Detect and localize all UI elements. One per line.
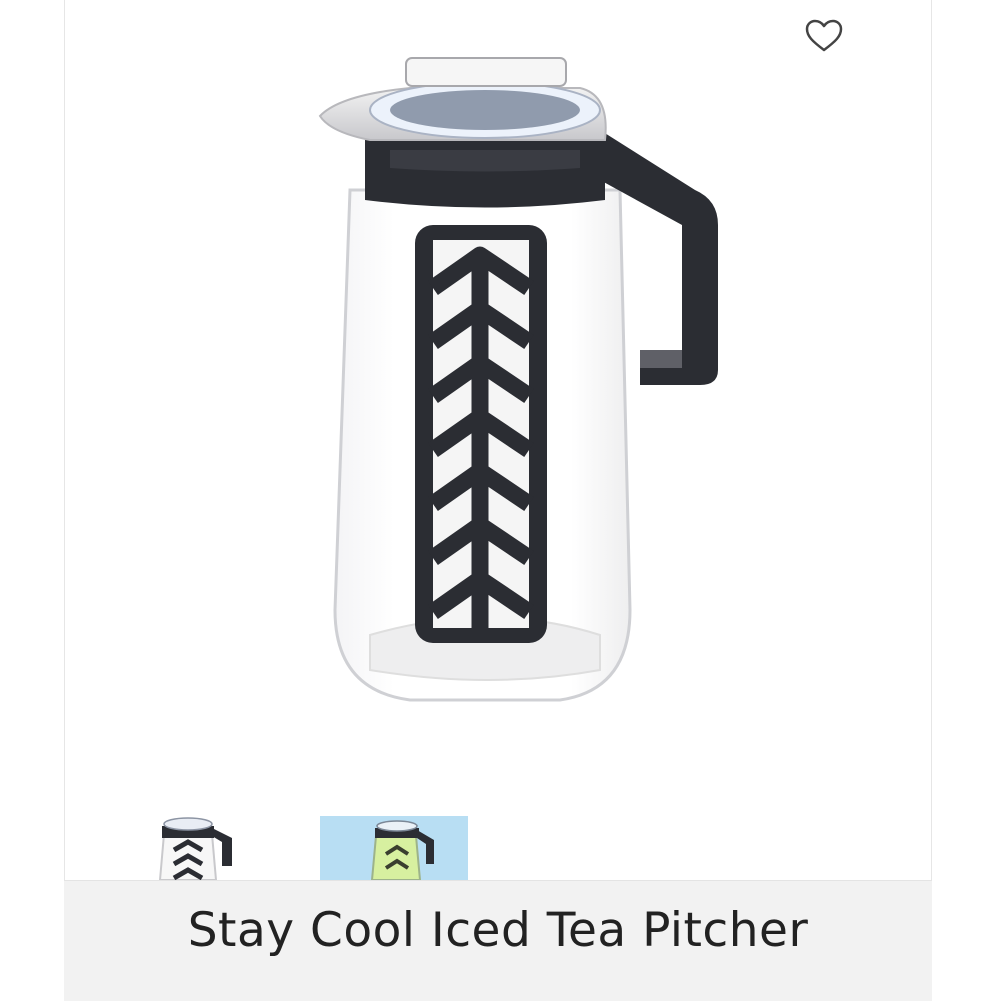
thumbnail-1[interactable] bbox=[150, 816, 250, 880]
thumbnail-strip bbox=[150, 816, 480, 882]
product-image bbox=[300, 50, 740, 730]
right-divider bbox=[931, 0, 932, 880]
favorite-button[interactable] bbox=[802, 16, 846, 56]
thumbnail-2[interactable] bbox=[320, 816, 468, 880]
left-divider bbox=[64, 0, 65, 880]
product-detail-page: Stay Cool Iced Tea Pitcher bbox=[0, 0, 1000, 1001]
title-bar: Stay Cool Iced Tea Pitcher bbox=[64, 880, 932, 1001]
product-title: Stay Cool Iced Tea Pitcher bbox=[187, 903, 809, 958]
heart-outline-icon bbox=[805, 19, 843, 52]
